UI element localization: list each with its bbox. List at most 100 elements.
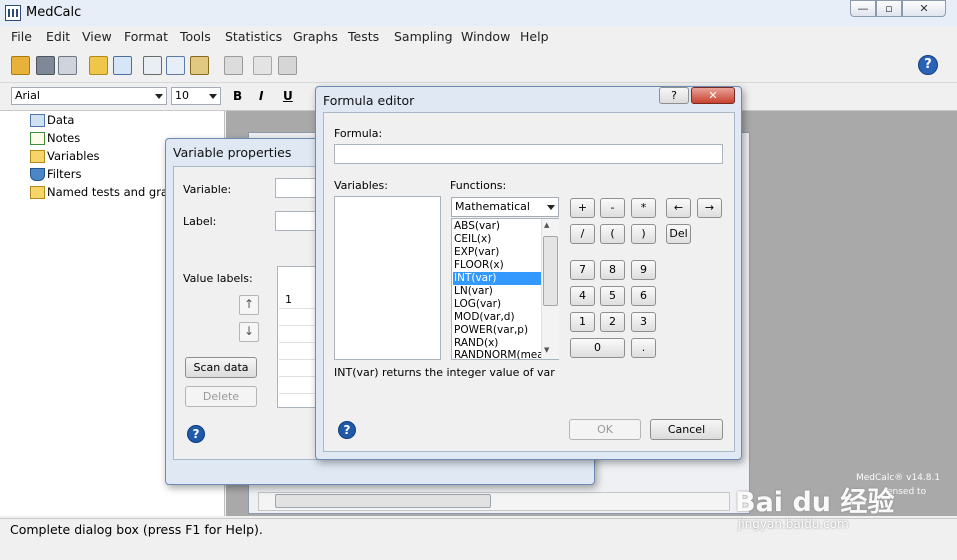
tree-item-notes[interactable]: Notes [30, 131, 80, 145]
cursor-left-button[interactable]: ← [666, 198, 691, 218]
scrollbar-thumb[interactable] [543, 236, 558, 306]
decimal-button[interactable]: . [631, 338, 656, 358]
divide-button[interactable]: / [570, 224, 595, 244]
delete-key-button[interactable]: Del [666, 224, 691, 244]
menu-view[interactable]: View [82, 29, 112, 44]
digit-8-button[interactable]: 8 [600, 260, 625, 280]
multiply-button[interactable]: * [631, 198, 656, 218]
function-item[interactable]: CEIL(x) [453, 233, 541, 246]
ok-button[interactable]: OK [569, 419, 641, 440]
move-up-icon[interactable]: ↑ [239, 295, 259, 315]
function-category-select[interactable]: Mathematical [451, 197, 559, 217]
cursor-right-button[interactable]: → [697, 198, 722, 218]
scan-data-button[interactable]: Scan data [185, 357, 257, 378]
function-item[interactable]: MOD(var,d) [453, 311, 541, 324]
print-icon[interactable] [58, 56, 77, 75]
tree-item-data[interactable]: Data [30, 113, 75, 127]
settings-icon[interactable] [278, 56, 297, 75]
bold-button[interactable]: B [233, 89, 242, 103]
function-item[interactable]: LN(var) [453, 285, 541, 298]
paste-icon[interactable] [190, 56, 209, 75]
formula-editor-title: Formula editor [323, 93, 415, 108]
digit-1-button[interactable]: 1 [570, 312, 595, 332]
close-button[interactable]: ✕ [902, 0, 946, 17]
cut-icon[interactable] [143, 56, 162, 75]
undo-icon[interactable] [224, 56, 243, 75]
digit-3-button[interactable]: 3 [631, 312, 656, 332]
window-titlebar: MedCalc — ▫ ✕ [0, 0, 957, 26]
font-select[interactable]: Arial [11, 87, 167, 105]
function-item[interactable]: POWER(var,p) [453, 324, 541, 337]
formula-input[interactable] [334, 144, 723, 164]
delete-button[interactable]: Delete [185, 386, 257, 407]
table-row[interactable] [279, 343, 319, 360]
chevron-up-icon: ▲ [544, 221, 550, 229]
minus-button[interactable]: - [600, 198, 625, 218]
tree-item-label: Data [47, 113, 75, 127]
functions-scrollbar[interactable]: ▲ ▼ [541, 219, 559, 359]
menu-tools[interactable]: Tools [180, 29, 211, 44]
plus-button[interactable]: + [570, 198, 595, 218]
menu-tests[interactable]: Tests [348, 29, 379, 44]
digit-2-button[interactable]: 2 [600, 312, 625, 332]
menu-sampling[interactable]: Sampling [394, 29, 453, 44]
open-folder-icon[interactable] [11, 56, 30, 75]
dialog-close-button[interactable]: ✕ [691, 87, 735, 104]
dialog-help-button[interactable]: ? [659, 87, 689, 104]
menu-file[interactable]: File [11, 29, 32, 44]
minimize-button[interactable]: — [850, 0, 876, 17]
function-item[interactable]: FLOOR(x) [453, 259, 541, 272]
cancel-button[interactable]: Cancel [650, 419, 723, 440]
tree-item-label: Filters [47, 167, 82, 181]
help-icon[interactable]: ? [918, 55, 938, 75]
spreadsheet-icon[interactable] [113, 56, 132, 75]
save-icon[interactable] [36, 56, 55, 75]
table-row[interactable] [279, 360, 319, 377]
right-paren-button[interactable]: ) [631, 224, 656, 244]
digit-0-button[interactable]: 0 [570, 338, 625, 358]
open-file-icon[interactable] [89, 56, 108, 75]
tree-item-filters[interactable]: Filters [30, 167, 82, 181]
table-cell: 1 [285, 293, 292, 306]
function-item[interactable]: ABS(var) [453, 220, 541, 233]
font-size-select[interactable]: 10 [171, 87, 221, 105]
help-icon[interactable]: ? [338, 421, 356, 439]
digit-4-button[interactable]: 4 [570, 286, 595, 306]
chevron-down-icon [209, 94, 217, 99]
move-down-icon[interactable]: ↓ [239, 322, 259, 342]
tree-item-variables[interactable]: Variables [30, 149, 100, 163]
function-item[interactable]: LOG(var) [453, 298, 541, 311]
table-row[interactable] [279, 309, 319, 326]
function-item[interactable]: RANDNORM(mear [453, 350, 541, 359]
table-row[interactable] [279, 377, 319, 394]
chevron-down-icon [547, 205, 555, 210]
tree-item-named-tests[interactable]: Named tests and grap [30, 185, 175, 199]
redo-icon[interactable] [253, 56, 272, 75]
digit-6-button[interactable]: 6 [631, 286, 656, 306]
app-title: MedCalc [26, 5, 82, 20]
variables-list[interactable] [334, 196, 441, 360]
menu-edit[interactable]: Edit [46, 29, 70, 44]
function-item[interactable]: EXP(var) [453, 246, 541, 259]
menu-statistics[interactable]: Statistics [225, 29, 282, 44]
table-row[interactable]: 1 [279, 292, 319, 309]
function-item-selected[interactable]: INT(var) [453, 272, 541, 285]
italic-button[interactable]: I [259, 89, 263, 103]
menu-graphs[interactable]: Graphs [293, 29, 338, 44]
value-labels-label: Value labels: [183, 272, 253, 285]
menu-format[interactable]: Format [124, 29, 168, 44]
table-row[interactable] [279, 326, 319, 343]
menu-help[interactable]: Help [520, 29, 549, 44]
digit-5-button[interactable]: 5 [600, 286, 625, 306]
watermark-url: jingyan.baidu.com [738, 517, 849, 531]
left-paren-button[interactable]: ( [600, 224, 625, 244]
copy-icon[interactable] [166, 56, 185, 75]
digit-7-button[interactable]: 7 [570, 260, 595, 280]
maximize-button[interactable]: ▫ [876, 0, 902, 17]
scrollbar-thumb[interactable] [275, 494, 491, 508]
function-item[interactable]: RAND(x) [453, 337, 541, 350]
underline-button[interactable]: U [283, 89, 293, 103]
digit-9-button[interactable]: 9 [631, 260, 656, 280]
menu-window[interactable]: Window [461, 29, 510, 44]
help-icon[interactable]: ? [187, 425, 205, 443]
